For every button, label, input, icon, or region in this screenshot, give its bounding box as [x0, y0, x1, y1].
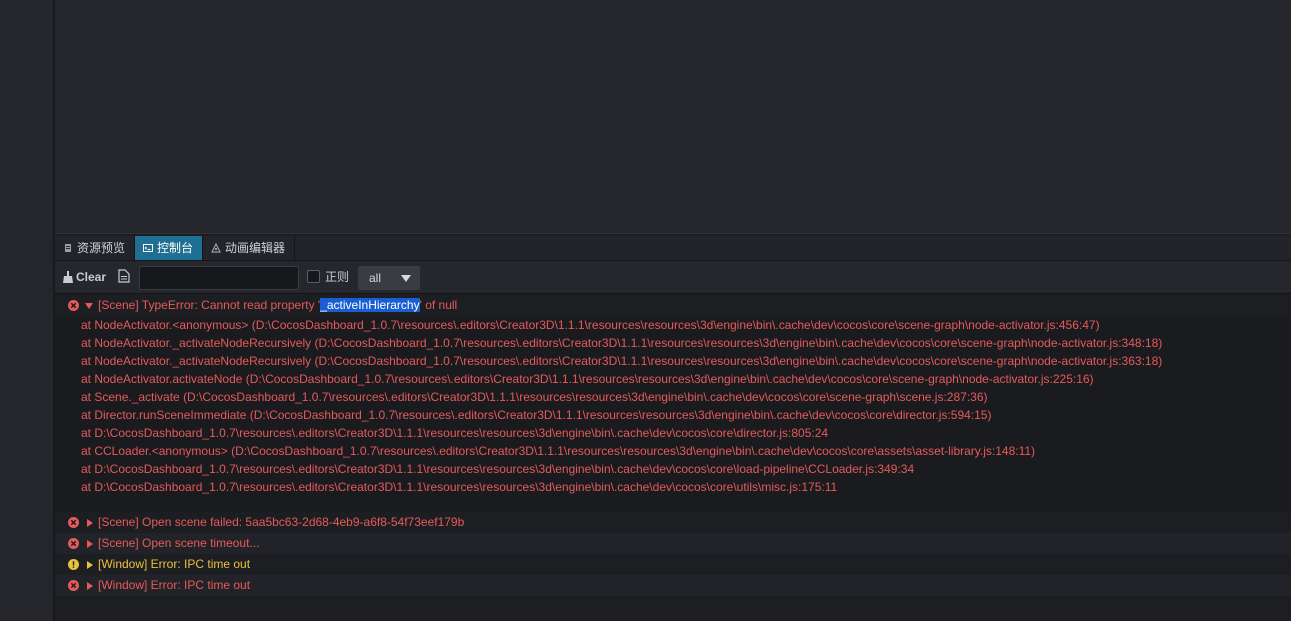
log-message: [Window] Error: IPC time out	[98, 557, 251, 571]
stack-trace: at NodeActivator.<anonymous> (D:\CocosDa…	[55, 316, 1291, 514]
panel-tab-bar: 资源预览 控制台 动画编辑器	[55, 236, 1291, 261]
tab-label: 动画编辑器	[225, 241, 286, 255]
console-panel: 资源预览 控制台 动画编辑器 Clear 正则 all [Scene] Type…	[55, 234, 1291, 621]
clear-label: Clear	[76, 270, 107, 284]
error-icon	[68, 538, 79, 549]
log-entry-header[interactable]: [Scene] Open scene timeout...	[55, 533, 1291, 554]
log-entry-header[interactable]: [Window] Error: IPC time out	[55, 575, 1291, 596]
stack-line: at NodeActivator._activateNodeRecursivel…	[81, 336, 1163, 350]
selected-text: _activeInHierarchy	[320, 298, 420, 312]
log-message: [Scene] Open scene failed: 5aa5bc63-2d68…	[98, 515, 465, 529]
collapse-arrow-icon[interactable]	[85, 303, 93, 309]
regex-checkbox[interactable]	[307, 270, 320, 283]
search-input[interactable]	[139, 266, 299, 290]
asset-preview-icon	[65, 244, 71, 252]
stack-line: at CCLoader.<anonymous> (D:\CocosDashboa…	[81, 444, 1036, 458]
tab-label: 资源预览	[77, 241, 126, 255]
log-entry-header[interactable]: [Window] Error: IPC time out	[55, 554, 1291, 575]
log-entry-header[interactable]: [Scene] TypeError: Cannot read property …	[55, 295, 1291, 316]
console-log-list: [Scene] TypeError: Cannot read property …	[55, 294, 1291, 621]
regex-label: 正则	[325, 270, 350, 284]
tab-label: 控制台	[157, 241, 194, 255]
stack-line: at D:\CocosDashboard_1.0.7\resources\.ed…	[81, 462, 915, 476]
log-entry[interactable]: [Window] Error: IPC time out	[55, 554, 1291, 575]
clear-button[interactable]: Clear	[63, 269, 106, 285]
stack-line: at NodeActivator._activateNodeRecursivel…	[81, 354, 1163, 368]
log-message: [Window] Error: IPC time out	[98, 578, 251, 592]
log-message: [Scene] Open scene timeout...	[98, 536, 260, 550]
expand-arrow-icon[interactable]	[87, 582, 93, 590]
log-entry-header[interactable]: [Scene] Open scene failed: 5aa5bc63-2d68…	[55, 512, 1291, 533]
expand-arrow-icon[interactable]	[87, 540, 93, 548]
stack-line: at D:\CocosDashboard_1.0.7\resources\.ed…	[81, 426, 829, 440]
tab-animation-editor[interactable]: 动画编辑器	[203, 236, 295, 260]
log-message-text: [Scene] TypeError: Cannot read property …	[98, 298, 321, 312]
open-log-file-icon[interactable]	[118, 269, 130, 283]
stack-line: at D:\CocosDashboard_1.0.7\resources\.ed…	[81, 480, 838, 494]
error-icon	[68, 300, 79, 311]
expand-arrow-icon[interactable]	[87, 561, 93, 569]
stack-line: at Director.runSceneImmediate (D:\CocosD…	[81, 408, 992, 422]
tab-asset-preview[interactable]: 资源预览	[55, 236, 135, 260]
stack-line: at NodeActivator.activateNode (D:\CocosD…	[81, 372, 1094, 386]
log-entry[interactable]: [Scene] Open scene timeout...	[55, 533, 1291, 554]
error-icon	[68, 517, 79, 528]
tab-console[interactable]: 控制台	[135, 236, 203, 260]
log-message-text: ' of null	[419, 298, 458, 312]
log-level-value: all	[369, 271, 382, 285]
broom-icon	[63, 271, 73, 283]
expand-arrow-icon[interactable]	[87, 519, 93, 527]
log-message: [Scene] TypeError: Cannot read property …	[98, 295, 457, 316]
left-sidebar	[0, 0, 53, 621]
scene-view-panel[interactable]	[55, 0, 1291, 234]
stack-line: at Scene._activate (D:\CocosDashboard_1.…	[81, 390, 988, 404]
animation-editor-icon	[211, 243, 221, 253]
error-icon	[68, 580, 79, 591]
chevron-down-icon	[401, 275, 411, 282]
log-entry[interactable]: [Scene] Open scene failed: 5aa5bc63-2d68…	[55, 512, 1291, 533]
stack-line: at NodeActivator.<anonymous> (D:\CocosDa…	[81, 318, 1100, 332]
console-icon	[143, 244, 153, 252]
log-entry[interactable]: [Window] Error: IPC time out	[55, 575, 1291, 596]
log-level-select[interactable]: all	[358, 266, 420, 290]
warning-icon	[68, 559, 79, 570]
log-entry[interactable]: [Scene] TypeError: Cannot read property …	[55, 295, 1291, 514]
console-toolbar: Clear 正则 all	[55, 261, 1291, 294]
